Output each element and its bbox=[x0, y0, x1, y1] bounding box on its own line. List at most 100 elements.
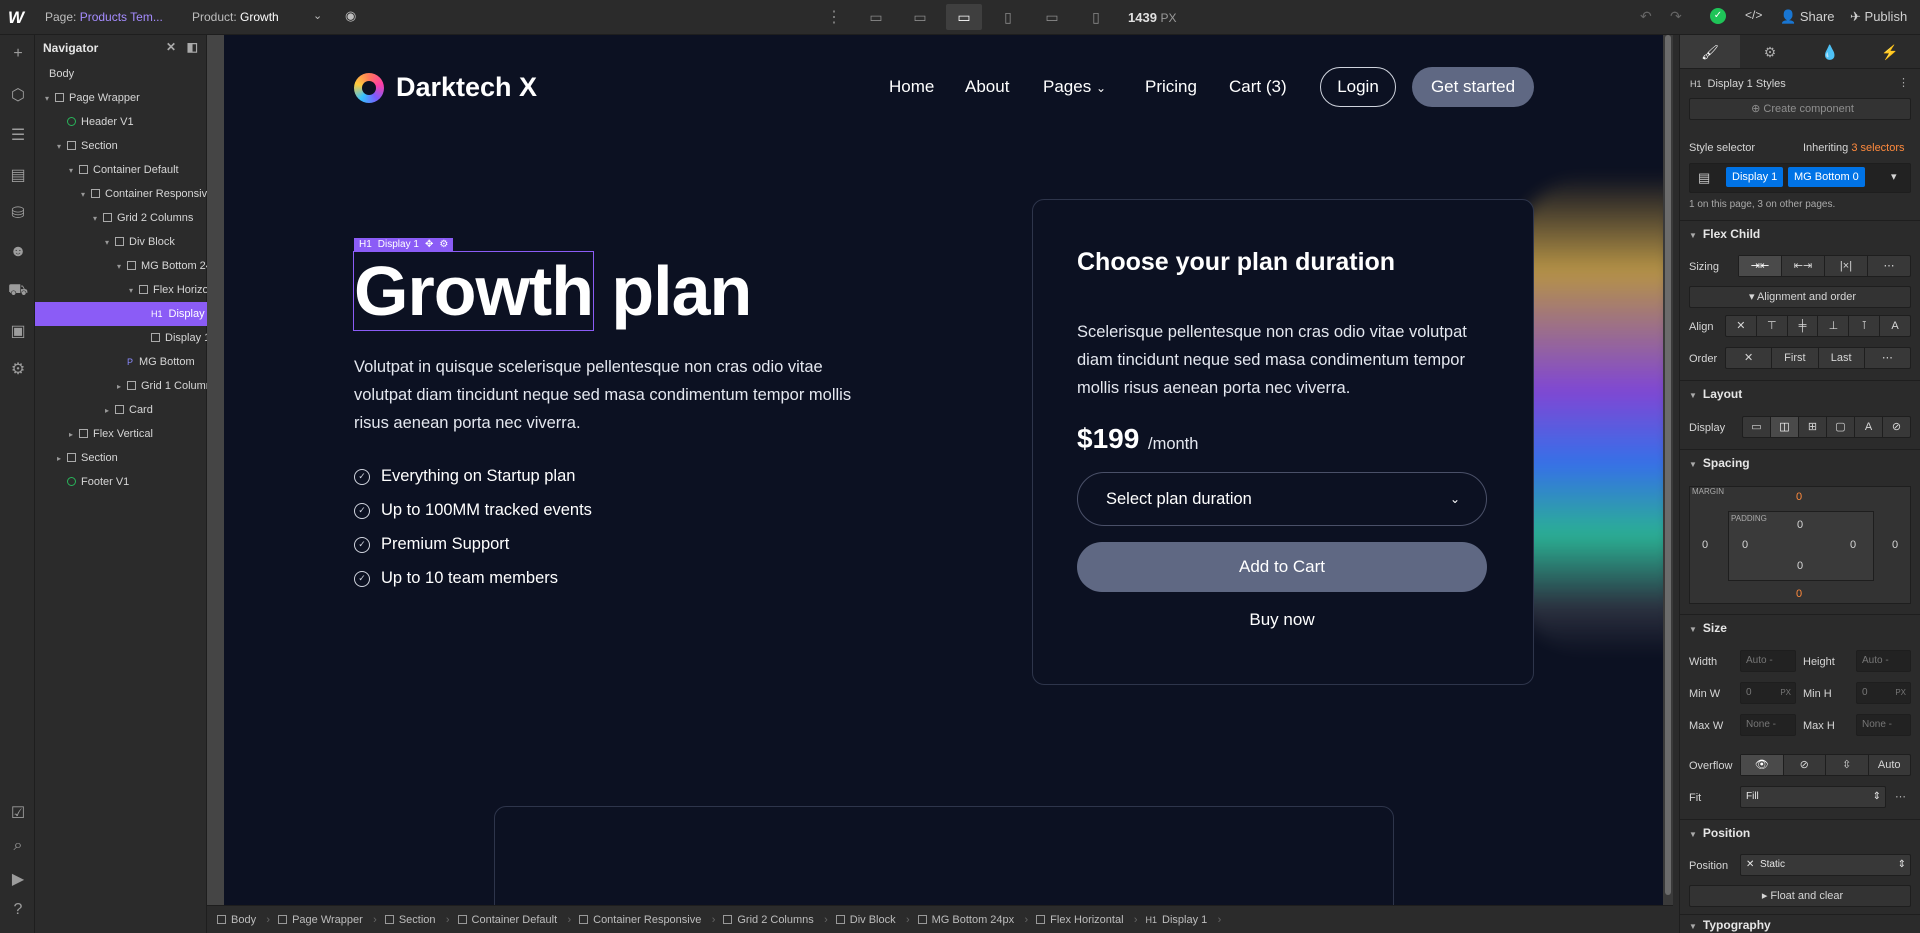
position-select[interactable]: ✕ Static ⇕ bbox=[1740, 854, 1911, 876]
section-flex-child[interactable]: ▼ Flex Child bbox=[1679, 220, 1920, 246]
padding-bottom-value[interactable]: 0 bbox=[1797, 560, 1803, 572]
max-width-input[interactable]: None - bbox=[1740, 714, 1796, 736]
float-clear-toggle[interactable]: ▸ Float and clear bbox=[1689, 885, 1911, 907]
fit-select[interactable]: Fill ⇕ bbox=[1740, 786, 1886, 808]
site-logo[interactable]: Darktech X bbox=[354, 72, 537, 103]
dont-shrink-icon[interactable]: |×| bbox=[1825, 256, 1868, 276]
dock-icon[interactable]: ◧ bbox=[187, 40, 198, 54]
tree-item-grid-1-column[interactable]: ▸ Grid 1 Column bbox=[117, 374, 212, 398]
tree-item-container-responsive[interactable]: ▾ Container Responsive bbox=[81, 182, 213, 206]
help-icon[interactable]: ? bbox=[8, 901, 28, 921]
search-icon[interactable]: ⌕ bbox=[8, 837, 28, 857]
tree-item-header[interactable]: Header V1 bbox=[67, 110, 134, 134]
undo-icon[interactable]: ↶ bbox=[1640, 8, 1652, 25]
section-spacing[interactable]: ▼ Spacing bbox=[1679, 449, 1920, 475]
nav-link-pricing[interactable]: Pricing bbox=[1145, 77, 1197, 97]
display-grid-icon[interactable]: ⊞ bbox=[1799, 417, 1827, 437]
webflow-logo[interactable]: W bbox=[8, 8, 24, 28]
product-selector[interactable]: Product: Growth bbox=[192, 10, 279, 24]
breadcrumb-item[interactable]: Section bbox=[375, 914, 449, 926]
tree-item-display-1-selected[interactable]: H1 Display 1 bbox=[35, 302, 207, 326]
overflow-auto-button[interactable]: Auto bbox=[1869, 755, 1911, 775]
grow-icon[interactable]: ⇤⇥ bbox=[1782, 256, 1825, 276]
tree-item-footer[interactable]: Footer V1 bbox=[67, 470, 129, 494]
min-width-input[interactable]: 0 PX bbox=[1740, 682, 1796, 704]
nav-link-home[interactable]: Home bbox=[889, 77, 934, 97]
display-flex-icon[interactable]: ◫ bbox=[1771, 417, 1799, 437]
cms-icon[interactable]: ⛁ bbox=[8, 203, 28, 223]
pages-icon[interactable]: ▤ bbox=[8, 165, 28, 185]
padding-right-value[interactable]: 0 bbox=[1850, 539, 1856, 551]
section-position[interactable]: ▼ Position bbox=[1679, 819, 1920, 845]
min-height-input[interactable]: 0 PX bbox=[1856, 682, 1911, 704]
shrink-icon[interactable]: ⇥⇤ bbox=[1739, 256, 1782, 276]
selection-label[interactable]: H1 Display 1 ✥ ⚙ bbox=[354, 238, 454, 252]
nav-link-pages[interactable]: Pages ⌄ bbox=[1043, 77, 1106, 97]
preview-eye-icon[interactable]: ◉ bbox=[345, 8, 356, 24]
page-headline[interactable]: Growth plan bbox=[353, 251, 752, 331]
alignment-order-toggle[interactable]: ▾ Alignment and order bbox=[1689, 286, 1911, 308]
tree-item-card[interactable]: ▸ Card bbox=[105, 398, 153, 422]
display-inline-block-icon[interactable]: ▢ bbox=[1827, 417, 1855, 437]
align-center-icon[interactable]: ╪ bbox=[1788, 316, 1819, 336]
height-input[interactable]: Auto - bbox=[1856, 650, 1911, 672]
tree-item-mg-bottom-p[interactable]: P MG Bottom bbox=[127, 350, 195, 374]
breadcrumb-item[interactable]: Page Wrapper bbox=[268, 914, 377, 926]
selector-chip-mg-bottom-0[interactable]: MG Bottom 0 bbox=[1788, 167, 1865, 187]
align-stretch-icon[interactable]: ⊺ bbox=[1849, 316, 1881, 336]
audit-check-icon[interactable]: ☑ bbox=[8, 803, 28, 823]
display-inline-icon[interactable]: A bbox=[1855, 417, 1883, 437]
selector-dropdown-icon[interactable]: ▾ bbox=[1891, 170, 1897, 183]
ecommerce-cart-icon[interactable]: ⛟ bbox=[8, 281, 28, 301]
nav-link-about[interactable]: About bbox=[965, 77, 1009, 97]
users-icon[interactable]: ☻ bbox=[8, 243, 28, 263]
padding-left-value[interactable]: 0 bbox=[1742, 539, 1748, 551]
close-icon[interactable]: ✕ bbox=[166, 40, 176, 54]
headline-selected-span[interactable]: Growth bbox=[353, 251, 594, 331]
selector-style-icon[interactable]: ▤ bbox=[1698, 170, 1710, 186]
breadcrumb-item[interactable]: Flex Horizontal bbox=[1026, 914, 1138, 926]
video-icon[interactable]: ▶ bbox=[8, 869, 28, 889]
more-icon[interactable]: ⋯ bbox=[1865, 348, 1910, 368]
order-first-button[interactable]: First bbox=[1772, 348, 1819, 368]
margin-top-value[interactable]: 0 bbox=[1796, 491, 1802, 503]
section-typography[interactable]: ▼ Typography bbox=[1679, 914, 1920, 933]
tree-item-section-2[interactable]: ▸ Section bbox=[57, 446, 118, 470]
navigator-icon[interactable]: ☰ bbox=[8, 125, 28, 145]
chevron-down-icon[interactable]: ⌄ bbox=[313, 9, 322, 22]
tree-item-section[interactable]: ▾ Section bbox=[57, 134, 118, 158]
display-none-icon[interactable]: ⊘ bbox=[1883, 417, 1910, 437]
order-last-button[interactable]: Last bbox=[1819, 348, 1865, 368]
canvas-scrollbar[interactable] bbox=[1663, 35, 1673, 905]
breadcrumb-item[interactable]: H1 Display 1 bbox=[1136, 914, 1222, 926]
plan-duration-select[interactable]: Select plan duration ⌄ bbox=[1077, 472, 1487, 526]
drops-icon[interactable]: 💧 bbox=[1800, 35, 1860, 68]
more-dots-icon[interactable]: ⋮ bbox=[1898, 76, 1909, 89]
align-end-icon[interactable]: ⊥ bbox=[1818, 316, 1850, 336]
display-block-icon[interactable]: ▭ bbox=[1743, 417, 1771, 437]
buy-now-button[interactable]: Buy now bbox=[1077, 610, 1487, 630]
scrollbar-thumb[interactable] bbox=[1665, 35, 1671, 895]
padding-top-value[interactable]: 0 bbox=[1797, 519, 1803, 531]
add-to-cart-button[interactable]: Add to Cart bbox=[1077, 542, 1487, 592]
tree-item-page-wrapper[interactable]: ▾ Page Wrapper bbox=[45, 86, 140, 110]
more-dots-icon[interactable]: ⋯ bbox=[1895, 790, 1906, 803]
add-icon[interactable]: + bbox=[8, 45, 28, 65]
publish-button[interactable]: ✈ Publish bbox=[1850, 9, 1907, 25]
design-canvas[interactable]: Darktech X Home About Pages ⌄ Pricing Ca… bbox=[224, 35, 1663, 905]
tree-item-body[interactable]: Body bbox=[49, 62, 74, 86]
breakpoint-mobile-portrait-icon[interactable]: ▯ bbox=[1078, 4, 1114, 30]
style-brush-icon[interactable]: 🖌 bbox=[1680, 35, 1740, 68]
inheriting-selectors-link[interactable]: 3 selectors bbox=[1851, 142, 1904, 154]
tree-item-display-1-text[interactable]: Display 1 bbox=[151, 326, 210, 350]
overflow-visible-eye-icon[interactable]: 👁 bbox=[1741, 755, 1784, 775]
page-selector[interactable]: Page: Products Tem... bbox=[45, 10, 163, 24]
breakpoint-desktop-xl-icon[interactable]: ▭ bbox=[858, 4, 894, 30]
login-button[interactable]: Login bbox=[1320, 67, 1396, 107]
breakpoint-mobile-landscape-icon[interactable]: ▭ bbox=[1034, 4, 1070, 30]
settings-gear-icon[interactable]: ⚙ bbox=[8, 359, 28, 379]
nav-link-cart[interactable]: Cart (3) bbox=[1229, 77, 1287, 97]
align-start-icon[interactable]: ⊤ bbox=[1757, 316, 1788, 336]
share-button[interactable]: 👤 Share bbox=[1780, 9, 1835, 25]
breadcrumb-item[interactable]: MG Bottom 24px bbox=[908, 914, 1028, 926]
